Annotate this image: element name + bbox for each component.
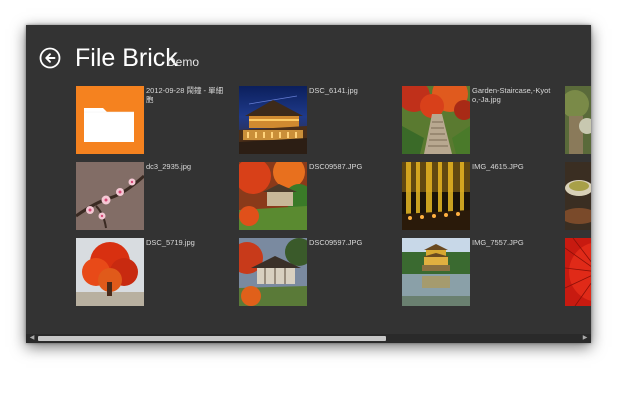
app-window: File Brick Demo 2012-09-28 鬧鐘 - 單細胞 DSC_… (26, 25, 591, 343)
temple-night-photo (239, 86, 307, 154)
plum-blossom-photo (76, 162, 144, 230)
file-label: IMG_4615.JPG (472, 162, 524, 171)
file-label: 2012-09-28 鬧鐘 - 單細胞 (146, 86, 224, 104)
folder-tile[interactable] (76, 86, 144, 154)
image-tile[interactable] (239, 238, 307, 306)
partial-teacup-photo (565, 162, 591, 230)
file-label: dc3_2935.jpg (146, 162, 192, 171)
scroll-right-icon[interactable]: ▶ (581, 334, 589, 343)
partial-tree-photo (565, 86, 591, 154)
bamboo-forest-photo (402, 162, 470, 230)
golden-pavilion-photo (402, 238, 470, 306)
file-label: IMG_7557.JPG (472, 238, 524, 247)
page-title: File Brick (75, 44, 178, 72)
red-maple-tree-photo (76, 238, 144, 306)
page-subtitle: Demo (167, 55, 200, 69)
file-label: DSC_5719.jpg (146, 238, 195, 247)
scroll-thumb[interactable] (38, 336, 386, 341)
scroll-left-icon[interactable]: ◀ (28, 334, 36, 343)
file-label: Garden-Staircase,-Kyoto,-Ja.jpg (472, 86, 551, 104)
horizontal-scrollbar[interactable]: ◀ ▶ (26, 334, 591, 343)
image-tile[interactable] (402, 86, 470, 154)
temple-roof-photo (239, 238, 307, 306)
image-tile[interactable] (76, 162, 144, 230)
garden-staircase-photo (402, 86, 470, 154)
folder-icon (84, 108, 134, 142)
file-label: DSC_6141.jpg (309, 86, 358, 95)
back-arrow-icon (39, 47, 61, 69)
image-tile-partial[interactable] (565, 162, 591, 230)
file-label: DSC09597.JPG (309, 238, 363, 247)
back-button[interactable] (39, 47, 61, 69)
image-tile[interactable] (402, 162, 470, 230)
image-tile-partial[interactable] (565, 238, 591, 306)
file-label: DSC09587.JPG (309, 162, 363, 171)
image-tile[interactable] (402, 238, 470, 306)
image-tile-partial[interactable] (565, 86, 591, 154)
image-tile[interactable] (76, 238, 144, 306)
image-tile[interactable] (239, 162, 307, 230)
partial-red-umbrella-photo (565, 238, 591, 306)
autumn-temple-photo (239, 162, 307, 230)
image-tile[interactable] (239, 86, 307, 154)
